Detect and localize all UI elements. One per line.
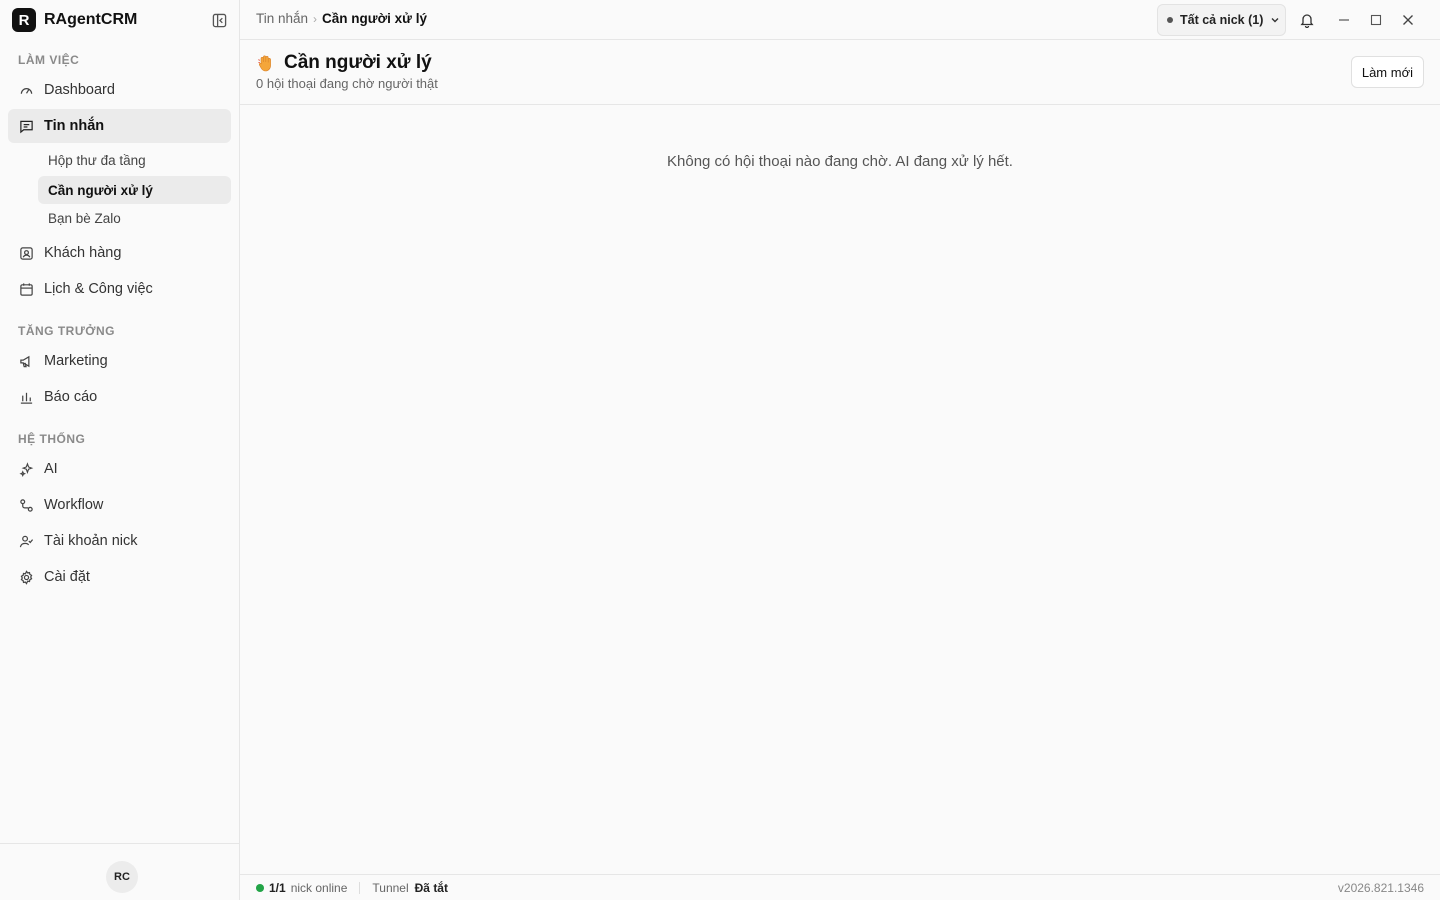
topbar: Tin nhắn › Cần người xử lý Tất cả nick (… (240, 0, 1440, 40)
sparkles-icon (18, 461, 34, 477)
sidebar-item-marketing[interactable]: Marketing (8, 344, 231, 378)
sidebar-subitem-needs-human[interactable]: Cần người xử lý (38, 176, 231, 204)
nick-filter-label: Tất cả nick (1) (1180, 13, 1264, 27)
sidebar-item-customers[interactable]: Khách hàng (8, 236, 231, 270)
brand: R RAgentCRM (12, 8, 228, 32)
sidebar-item-calendar[interactable]: Lịch & Công việc (8, 272, 231, 306)
status-bar: 1/1 nick online Tunnel Đã tắt v2026.821.… (240, 874, 1440, 900)
status-dot (1167, 17, 1173, 23)
contact-icon (18, 245, 34, 261)
sidebar-item-dashboard[interactable]: Dashboard (8, 73, 231, 107)
sidebar-item-label: Lịch & Công việc (44, 281, 153, 297)
page-subtitle: 0 hội thoại đang chờ người thật (256, 76, 438, 91)
sidebar-item-ai[interactable]: AI (8, 452, 231, 486)
section-label-system: HỆ THỐNG (18, 432, 86, 446)
message-icon (18, 118, 34, 134)
tunnel-state: Đã tắt (414, 880, 448, 895)
sidebar-item-label: AI (44, 461, 58, 477)
section-label-work: LÀM VIỆC (18, 53, 80, 67)
empty-state-message: Không có hội thoại nào đang chờ. AI đang… (667, 153, 1013, 170)
page-title: Cần người xử lý (284, 52, 432, 73)
status-divider (359, 881, 361, 894)
brand-logo: R (12, 8, 36, 32)
sidebar-item-label: Tài khoản nick (44, 533, 138, 549)
chevron-right-icon: › (313, 11, 318, 26)
minimize-icon[interactable] (1334, 10, 1354, 30)
page-header: Cần người xử lý 0 hội thoại đang chờ ngư… (240, 40, 1440, 105)
sidebar-collapse-icon[interactable] (210, 11, 228, 29)
maximize-icon[interactable] (1366, 10, 1386, 30)
bar-chart-icon (18, 389, 34, 405)
sidebar-item-label: Marketing (44, 353, 108, 369)
bell-icon[interactable] (1297, 10, 1317, 30)
sidebar-item-accounts[interactable]: Tài khoản nick (8, 524, 231, 558)
section-label-growth: TĂNG TRƯỞNG (18, 324, 116, 338)
calendar-icon (18, 281, 34, 297)
refresh-button[interactable]: Làm mới (1350, 56, 1424, 88)
sidebar: R RAgentCRM LÀM VIỆC Dashboard Tin nhắn … (0, 0, 240, 900)
megaphone-icon (18, 353, 34, 369)
nick-online-count: 1/1 (269, 880, 286, 895)
brand-name: RAgentCRM (44, 11, 138, 28)
sidebar-item-settings[interactable]: Cài đặt (8, 560, 231, 594)
sidebar-subitem-inbox[interactable]: Hộp thư đa tầng (38, 146, 231, 174)
sidebar-item-workflow[interactable]: Workflow (8, 488, 231, 522)
app-version: v2026.821.1346 (1337, 880, 1424, 895)
nick-online-label: nick online (290, 880, 348, 895)
title-row: Cần người xử lý (256, 52, 432, 74)
breadcrumb-parent[interactable]: Tin nhắn (256, 11, 308, 26)
sidebar-item-messages[interactable]: Tin nhắn (8, 109, 231, 143)
sidebar-item-reports[interactable]: Báo cáo (8, 380, 231, 414)
workflow-icon (18, 497, 34, 513)
tunnel-label: Tunnel (372, 880, 409, 895)
chevron-down-icon (1270, 15, 1280, 25)
breadcrumb: Tin nhắn › Cần người xử lý (256, 11, 427, 26)
sidebar-subitem-zalo-friends[interactable]: Bạn bè Zalo (38, 204, 231, 232)
nick-filter-select[interactable]: Tất cả nick (1) (1157, 4, 1286, 36)
raised-hand-icon (256, 53, 276, 73)
sidebar-item-label: Workflow (44, 497, 104, 513)
sidebar-footer: RC (0, 843, 239, 900)
avatar[interactable]: RC (106, 861, 138, 893)
sidebar-item-label: Báo cáo (44, 389, 98, 405)
close-icon[interactable] (1398, 10, 1418, 30)
gear-icon (18, 569, 34, 585)
breadcrumb-current: Cần người xử lý (322, 11, 427, 26)
sidebar-item-label: Khách hàng (44, 245, 122, 261)
sidebar-item-label: Cài đặt (44, 569, 90, 585)
sidebar-item-label: Dashboard (44, 82, 115, 98)
online-status-dot (256, 883, 264, 892)
sidebar-item-label: Tin nhắn (44, 118, 105, 134)
main-content: Không có hội thoại nào đang chờ. AI đang… (240, 105, 1440, 874)
user-check-icon (18, 533, 34, 549)
gauge-icon (18, 82, 34, 98)
